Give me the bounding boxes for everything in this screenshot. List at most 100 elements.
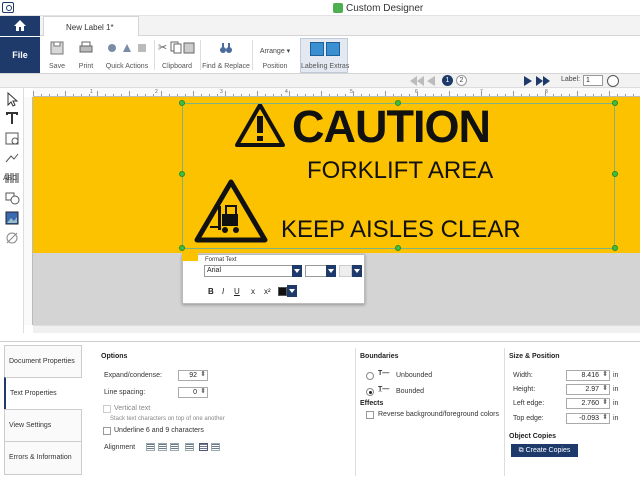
ruler-tick <box>369 94 370 96</box>
horizontal-scrollbar[interactable] <box>33 325 640 333</box>
create-copies-button[interactable]: ⧉ Create Copies <box>511 444 578 457</box>
bounded-icon: T̲— <box>378 386 390 393</box>
copies-icon: ⧉ <box>518 447 526 454</box>
window-menu-icon[interactable] <box>2 2 14 13</box>
bounded-radio[interactable] <box>366 388 374 396</box>
ruler-tick <box>73 94 74 96</box>
selection-box[interactable] <box>182 103 615 249</box>
file-button[interactable]: File <box>0 37 40 73</box>
ruler-tick <box>393 94 394 96</box>
tool-palette: ABC <box>0 88 24 333</box>
abc-tool-icon[interactable]: ABC <box>3 175 17 182</box>
font-size-input[interactable] <box>305 265 327 277</box>
select-pointer-icon[interactable] <box>4 91 20 107</box>
cut-icon[interactable]: ✂ <box>158 41 167 54</box>
italic-button[interactable]: I <box>222 287 224 296</box>
first-page-icon[interactable] <box>410 76 438 86</box>
align-justify-icon[interactable] <box>185 443 194 451</box>
resize-handle[interactable] <box>612 245 618 251</box>
resize-handle[interactable] <box>612 100 618 106</box>
ruler-tick <box>609 91 610 96</box>
ruler-tick <box>289 91 290 96</box>
underline-button[interactable]: U <box>234 287 240 296</box>
arrange-dropdown[interactable]: Arrange ▾ <box>254 47 296 55</box>
text-fit-icon[interactable] <box>339 265 352 277</box>
rotate-tool-icon[interactable] <box>4 230 20 246</box>
date-time-tool-icon[interactable] <box>4 130 20 146</box>
paste-icon[interactable] <box>183 41 195 54</box>
go-to-label-icon[interactable] <box>607 75 619 87</box>
width-input[interactable]: 8.416 <box>566 370 610 381</box>
left-edge-input[interactable]: 2.760 <box>566 398 610 409</box>
quick-action-1-icon[interactable] <box>106 42 118 54</box>
unbounded-radio[interactable] <box>366 372 374 380</box>
ruler-tick <box>417 91 418 96</box>
resize-handle[interactable] <box>179 171 185 177</box>
align-right-icon[interactable] <box>170 443 179 451</box>
popup-toggle-tab[interactable] <box>182 253 198 261</box>
line-spacing-input[interactable]: 0 <box>178 387 208 398</box>
tab-text-properties[interactable]: Text Properties <box>4 377 82 411</box>
font-family-select[interactable]: Arial <box>204 265 302 277</box>
page-1-button[interactable]: 1 <box>442 75 453 86</box>
align-left-icon[interactable] <box>146 443 155 451</box>
expand-condense-input[interactable]: 92 <box>178 370 208 381</box>
line-tool-icon[interactable] <box>4 150 20 166</box>
subscript-button[interactable]: x <box>251 287 255 296</box>
text-color-swatch[interactable] <box>278 287 287 296</box>
expand-condense-label: Expand/condense: <box>104 372 162 379</box>
resize-handle[interactable] <box>179 245 185 251</box>
top-edge-input[interactable]: -0.093 <box>566 413 610 424</box>
copy-icon[interactable] <box>170 41 182 54</box>
font-size-dropdown-arrow[interactable] <box>326 265 336 277</box>
text-color-dropdown-arrow[interactable] <box>287 285 297 297</box>
ruler-tick <box>137 94 138 96</box>
label-number-input[interactable]: 1 <box>583 75 603 86</box>
superscript-button[interactable]: x² <box>264 287 271 296</box>
tab-document-properties[interactable]: Document Properties <box>4 345 82 379</box>
resize-handle[interactable] <box>179 100 185 106</box>
resize-handle[interactable] <box>612 171 618 177</box>
resize-handle[interactable] <box>395 245 401 251</box>
bold-button[interactable]: B <box>208 287 214 296</box>
quick-action-2-icon[interactable] <box>121 42 133 54</box>
quick-action-3-icon[interactable] <box>136 42 148 54</box>
reverse-colors-checkbox[interactable] <box>366 411 374 419</box>
align-top-icon[interactable] <box>199 443 208 451</box>
ruler-tick <box>57 94 58 96</box>
page-2-button[interactable]: 2 <box>456 75 467 86</box>
height-input[interactable]: 2.97 <box>566 384 610 395</box>
shape-tool-icon[interactable] <box>4 190 20 206</box>
object-copies-title: Object Copies <box>509 433 557 440</box>
ruler-tick <box>209 94 210 96</box>
barcode-extra-icon[interactable] <box>310 42 324 56</box>
serialize-extra-icon[interactable] <box>326 42 340 56</box>
print-button[interactable]: Print <box>74 38 98 73</box>
align-center-icon[interactable] <box>158 443 167 451</box>
ruler-tick <box>553 94 554 96</box>
save-button[interactable]: Save <box>45 38 69 73</box>
find-replace-button[interactable]: Find & Replace <box>202 38 250 73</box>
text-fit-dropdown-arrow[interactable] <box>352 265 362 277</box>
align-middle-icon[interactable] <box>211 443 220 451</box>
image-tool-icon[interactable] <box>4 210 20 226</box>
font-dropdown-arrow[interactable] <box>292 265 302 277</box>
find-replace-label: Find & Replace <box>202 63 250 70</box>
ruler-tick <box>593 94 594 96</box>
tab-new-label-1[interactable]: New Label 1* <box>43 16 139 37</box>
vertical-text-checkbox[interactable] <box>103 405 111 413</box>
left-edge-label: Left edge: <box>513 400 545 407</box>
next-page-icon[interactable] <box>524 76 550 86</box>
tab-errors-information[interactable]: Errors & Information <box>4 441 82 475</box>
ruler-tick <box>561 94 562 96</box>
panel-divider <box>355 348 356 476</box>
ruler-tick <box>201 94 202 96</box>
underline-6-9-checkbox[interactable] <box>103 427 111 435</box>
resize-handle[interactable] <box>395 100 401 106</box>
home-button[interactable] <box>0 16 40 36</box>
ruler-tick <box>457 94 458 96</box>
ruler-tick <box>97 91 98 96</box>
tab-view-settings[interactable]: View Settings <box>4 409 82 443</box>
ruler-tick <box>401 94 402 96</box>
text-tool-icon[interactable] <box>4 110 20 126</box>
